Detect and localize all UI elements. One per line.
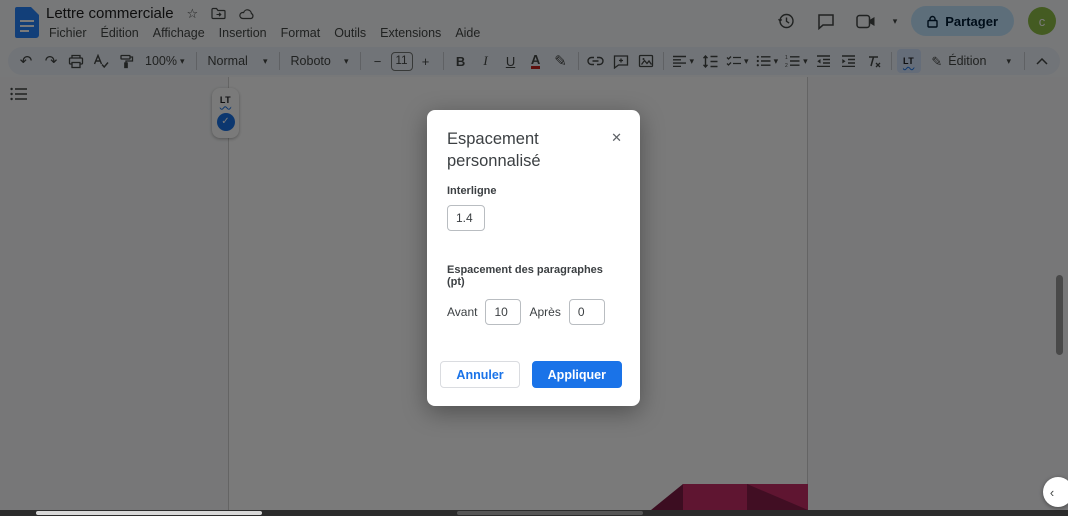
close-icon[interactable]: ✕ bbox=[611, 130, 622, 146]
google-docs-window: Lettre commerciale ☆ Fichier Édition Aff… bbox=[0, 0, 1068, 516]
line-spacing-label: Interligne bbox=[447, 185, 497, 197]
custom-spacing-dialog: Espacement personnalisé ✕ Interligne Esp… bbox=[427, 110, 640, 406]
horizontal-scrollbar-thumb[interactable] bbox=[36, 511, 262, 515]
line-spacing-input[interactable] bbox=[447, 205, 485, 231]
spacing-after-input[interactable] bbox=[568, 299, 605, 325]
horizontal-scrollbar-track[interactable] bbox=[0, 510, 1068, 516]
after-label: Après bbox=[529, 305, 561, 319]
dialog-title: Espacement personnalisé bbox=[447, 130, 541, 170]
cancel-button[interactable]: Annuler bbox=[440, 361, 520, 388]
collapse-side-panel-button[interactable]: ‹ bbox=[1043, 477, 1068, 507]
paragraph-spacing-label: Espacement des paragraphes (pt) bbox=[447, 264, 603, 288]
horizontal-scrollbar-segment bbox=[457, 511, 643, 515]
before-label: Avant bbox=[447, 305, 478, 319]
spacing-before-input[interactable] bbox=[485, 299, 522, 325]
chevron-left-icon: ‹ bbox=[1049, 484, 1055, 500]
apply-button[interactable]: Appliquer bbox=[531, 361, 622, 388]
